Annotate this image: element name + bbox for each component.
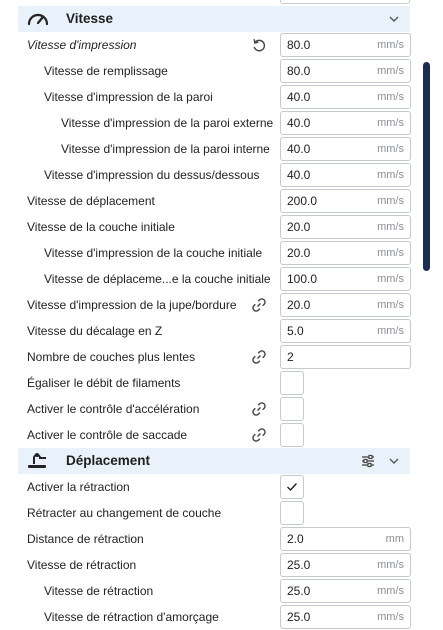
link-icon[interactable] xyxy=(251,297,267,313)
setting-label: Vitesse d'impression de la paroi externe xyxy=(61,116,274,130)
setting-label: Vitesse de rétraction xyxy=(27,558,137,572)
setting-row-retract-layer-change: Rétracter au changement de couche xyxy=(0,500,443,526)
link-icon[interactable] xyxy=(251,401,267,417)
equalize-flow-checkbox[interactable] xyxy=(280,371,304,395)
chevron-down-icon[interactable] xyxy=(388,456,400,466)
setting-row-infill-speed: Vitesse de remplissage 80.0 mm/s xyxy=(0,58,443,84)
setting-label: Activer le contrôle d'accélération xyxy=(27,402,200,416)
setting-label: Vitesse de déplacement xyxy=(27,194,155,208)
setting-row-skirt-brim-speed: Vitesse d'impression de la jupe/bordure … xyxy=(0,292,443,318)
setting-row-travel-speed: Vitesse de déplacement 200.0 mm/s xyxy=(0,188,443,214)
setting-label: Vitesse d'impression de la paroi interne xyxy=(61,142,270,156)
z-hop-speed-input[interactable]: 5.0 mm/s xyxy=(280,319,411,343)
link-icon[interactable] xyxy=(251,349,267,365)
retract-layer-change-checkbox[interactable] xyxy=(280,501,304,525)
setting-row-retraction-prime-speed: Vitesse de rétraction d'amorçage 25.0 mm… xyxy=(0,604,443,630)
setting-row-retraction-distance: Distance de rétraction 2.0 mm xyxy=(0,526,443,552)
travel-speed-input[interactable]: 200.0 mm/s xyxy=(280,189,411,213)
setting-row-print-speed: Vitesse d'impression 80.0 mm/s xyxy=(0,32,443,58)
setting-row-wall-speed: Vitesse d'impression de la paroi 40.0 mm… xyxy=(0,84,443,110)
setting-label: Vitesse d'impression de la couche initia… xyxy=(44,246,263,260)
setting-row-acceleration-control: Activer le contrôle d'accélération xyxy=(0,396,443,422)
setting-row-outer-wall-speed: Vitesse d'impression de la paroi externe… xyxy=(0,110,443,136)
setting-label: Vitesse d'impression xyxy=(27,38,137,52)
setting-label: Nombre de couches plus lentes xyxy=(27,350,196,364)
setting-label: Vitesse de déplaceme...e la couche initi… xyxy=(44,272,271,286)
setting-label: Activer la rétraction xyxy=(27,480,130,494)
setting-label: Rétracter au changement de couche xyxy=(27,506,222,520)
setting-label: Vitesse de remplissage xyxy=(44,64,168,78)
setting-label: Activer le contrôle de saccade xyxy=(27,428,188,442)
skirt-brim-speed-input[interactable]: 20.0 mm/s xyxy=(280,293,411,317)
setting-label: Vitesse d'impression du dessus/dessous xyxy=(44,168,260,182)
setting-row-top-bottom-speed: Vitesse d'impression du dessus/dessous 4… xyxy=(0,162,443,188)
setting-row-jerk-control: Activer le contrôle de saccade xyxy=(0,422,443,448)
travel-nozzle-icon xyxy=(28,453,46,468)
section-header-speed[interactable]: Vitesse xyxy=(18,6,410,32)
scrollbar-thumb[interactable] xyxy=(423,62,430,271)
reset-icon[interactable] xyxy=(251,37,267,53)
slower-layers-input[interactable]: 2 xyxy=(280,345,411,369)
setting-row-slower-layers: Nombre de couches plus lentes 2 xyxy=(0,344,443,370)
initial-layer-print-speed-input[interactable]: 20.0 mm/s xyxy=(280,241,411,265)
link-icon[interactable] xyxy=(251,427,267,443)
setting-label: Vitesse d'impression de la jupe/bordure xyxy=(27,298,237,312)
setting-row-initial-layer-travel-speed: Vitesse de déplaceme...e la couche initi… xyxy=(0,266,443,292)
retraction-speed-input[interactable]: 25.0 mm/s xyxy=(280,553,411,577)
wall-speed-input[interactable]: 40.0 mm/s xyxy=(280,85,411,109)
setting-label: Égaliser le débit de filaments xyxy=(27,376,181,390)
section-title-travel: Déplacement xyxy=(66,453,151,468)
setting-row-retraction-retract-speed: Vitesse de rétraction 25.0 mm/s xyxy=(0,578,443,604)
print-speed-input[interactable]: 80.0 mm/s xyxy=(280,33,411,57)
inner-wall-speed-input[interactable]: 40.0 mm/s xyxy=(280,137,411,161)
setting-row-retraction-speed: Vitesse de rétraction 25.0 mm/s xyxy=(0,552,443,578)
setting-row-initial-layer-print-speed: Vitesse d'impression de la couche initia… xyxy=(0,240,443,266)
initial-layer-speed-input[interactable]: 20.0 mm/s xyxy=(280,215,411,239)
section-title-speed: Vitesse xyxy=(66,11,114,26)
previous-setting-field[interactable] xyxy=(280,0,410,4)
top-bottom-speed-input[interactable]: 40.0 mm/s xyxy=(280,163,411,187)
section-header-travel[interactable]: Déplacement xyxy=(18,448,410,474)
setting-label: Vitesse de rétraction xyxy=(44,584,154,598)
setting-label: Vitesse de rétraction d'amorçage xyxy=(44,610,219,624)
settings-sliders-icon[interactable] xyxy=(360,453,376,469)
acceleration-control-checkbox[interactable] xyxy=(280,397,304,421)
checkmark-icon xyxy=(287,483,298,492)
setting-row-z-hop-speed: Vitesse du décalage en Z 5.0 mm/s xyxy=(0,318,443,344)
setting-label: Distance de rétraction xyxy=(27,532,144,546)
speedometer-icon xyxy=(27,13,49,26)
retraction-prime-speed-input[interactable]: 25.0 mm/s xyxy=(280,605,411,629)
infill-speed-input[interactable]: 80.0 mm/s xyxy=(280,59,411,83)
outer-wall-speed-input[interactable]: 40.0 mm/s xyxy=(280,111,411,135)
initial-layer-travel-speed-input[interactable]: 100.0 mm/s xyxy=(280,267,411,291)
setting-row-enable-retraction: Activer la rétraction xyxy=(0,474,443,500)
setting-label: Vitesse de la couche initiale xyxy=(27,220,175,234)
setting-row-inner-wall-speed: Vitesse d'impression de la paroi interne… xyxy=(0,136,443,162)
setting-row-equalize-flow: Égaliser le débit de filaments xyxy=(0,370,443,396)
setting-label: Vitesse du décalage en Z xyxy=(27,324,163,338)
enable-retraction-checkbox[interactable] xyxy=(280,475,304,499)
retraction-distance-input[interactable]: 2.0 mm xyxy=(280,527,411,551)
setting-row-initial-layer-speed: Vitesse de la couche initiale 20.0 mm/s xyxy=(0,214,443,240)
chevron-down-icon[interactable] xyxy=(388,14,400,24)
retraction-retract-speed-input[interactable]: 25.0 mm/s xyxy=(280,579,411,603)
jerk-control-checkbox[interactable] xyxy=(280,423,304,447)
setting-label: Vitesse d'impression de la paroi xyxy=(44,90,213,104)
